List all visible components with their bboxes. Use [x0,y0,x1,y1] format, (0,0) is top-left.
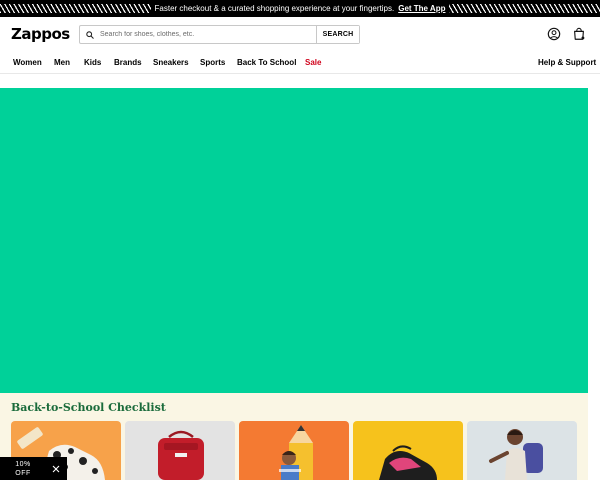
promo-text: Faster checkout & a curated shopping exp… [154,4,395,13]
checklist-card-kid-pencil[interactable] [239,421,349,480]
main-nav: Women Men Kids Brands Sneakers Sports Ba… [0,53,600,74]
discount-line-1: 10% [15,460,31,468]
search-bar: SEARCH [79,25,360,44]
zappos-logo[interactable]: Zappos [11,25,70,43]
checklist-card-backpack[interactable] [125,421,235,480]
help-support-link[interactable]: Help & Support [538,58,596,67]
nav-item-sports[interactable]: Sports [200,58,225,67]
nav-item-sneakers[interactable]: Sneakers [153,58,189,67]
discount-line-2: OFF [15,469,31,477]
search-button[interactable]: SEARCH [316,26,359,43]
nav-item-back-to-school[interactable]: Back To School [237,58,296,67]
site-header: Zappos SEARCH [0,17,600,53]
promo-bar: Faster checkout & a curated shopping exp… [0,0,600,17]
discount-badge[interactable]: 10% OFF [0,457,67,480]
bag-icon[interactable] [571,26,587,42]
nav-item-kids[interactable]: Kids [84,58,101,67]
close-icon[interactable] [46,457,66,480]
nav-item-sale[interactable]: Sale [305,58,321,67]
checklist-card-cleats[interactable] [353,421,463,480]
search-icon [80,26,100,43]
search-input[interactable] [100,26,316,43]
checklist-title: Back-to-School Checklist [11,401,166,414]
nav-item-brands[interactable]: Brands [114,58,142,67]
hero-banner[interactable] [0,88,588,393]
nav-item-women[interactable]: Women [13,58,42,67]
back-to-school-checklist: Back-to-School Checklist [0,393,588,480]
account-icon[interactable] [546,26,562,42]
nav-item-men[interactable]: Men [54,58,70,67]
checklist-card-kid-backpack[interactable] [467,421,577,480]
get-app-link[interactable]: Get The App [398,4,445,13]
